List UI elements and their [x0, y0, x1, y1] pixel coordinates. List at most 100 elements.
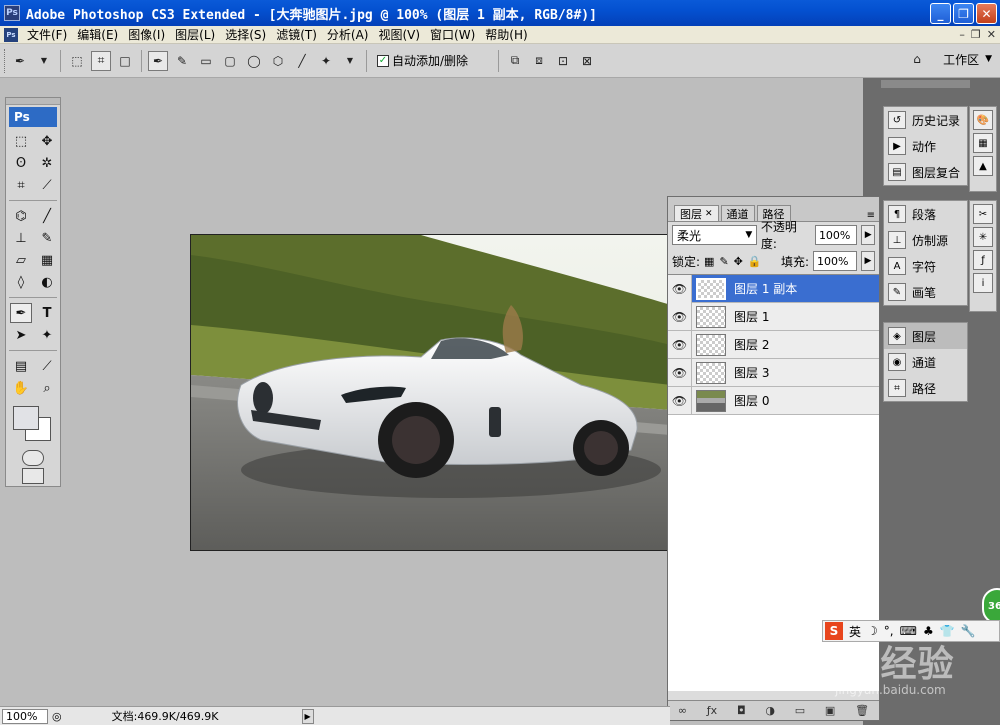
- link-layers-icon[interactable]: ∞: [678, 704, 687, 717]
- layer-row[interactable]: 👁 图层 1 副本: [668, 274, 879, 303]
- doc-close-icon[interactable]: ✕: [987, 28, 996, 41]
- eyedropper-tool-icon[interactable]: ⟋: [36, 356, 58, 376]
- status-menu-arrow-icon[interactable]: ▶: [301, 708, 314, 724]
- menu-layer[interactable]: 图层(L): [170, 26, 220, 43]
- menu-help[interactable]: 帮助(H): [480, 26, 532, 43]
- healing-brush-tool-icon[interactable]: ⌬: [10, 206, 32, 226]
- close-button[interactable]: ✕: [976, 3, 997, 24]
- crop-tool-icon[interactable]: ⌗: [10, 175, 32, 195]
- menu-analysis[interactable]: 分析(A): [322, 26, 374, 43]
- dock-header[interactable]: [881, 80, 970, 88]
- rounded-rectangle-icon[interactable]: ▢: [220, 51, 240, 71]
- delete-layer-icon[interactable]: 🗑: [855, 704, 869, 717]
- hand-tool-icon[interactable]: ✋: [10, 378, 32, 398]
- fill-pixels-icon[interactable]: □: [115, 51, 135, 71]
- minimize-button[interactable]: _: [930, 3, 951, 24]
- dock-item-paragraph[interactable]: ¶ 段落: [884, 201, 967, 227]
- menu-select[interactable]: 选择(S): [220, 26, 271, 43]
- fill-input[interactable]: 100%: [813, 251, 857, 271]
- checkbox-check-icon[interactable]: ✓: [377, 54, 389, 67]
- pen-tool-preset-icon[interactable]: ✒: [10, 51, 30, 71]
- wrench-icon[interactable]: 🔧: [961, 624, 976, 638]
- notes-tool-icon[interactable]: ▤: [10, 356, 32, 376]
- layer-mask-icon[interactable]: ◘: [737, 704, 746, 717]
- move-tool-icon[interactable]: ✥: [36, 131, 58, 151]
- security-badge[interactable]: 36: [982, 588, 1000, 624]
- layer-name[interactable]: 图层 3: [734, 364, 769, 381]
- menu-window[interactable]: 窗口(W): [425, 26, 480, 43]
- quick-mask-button[interactable]: [22, 450, 44, 466]
- menu-filter[interactable]: 滤镜(T): [271, 26, 322, 43]
- auto-add-delete-checkbox[interactable]: ✓ 自动添加/删除: [377, 52, 468, 69]
- paths-mode-icon[interactable]: ⌗: [91, 50, 111, 71]
- tool-presets-icon[interactable]: ✂: [973, 204, 993, 224]
- dock-item-actions[interactable]: ▶ 动作: [884, 133, 967, 159]
- fill-slider-arrow-icon[interactable]: ▶: [861, 251, 875, 271]
- dock-item-character[interactable]: A 字符: [884, 253, 967, 279]
- document-icon[interactable]: Ps: [4, 27, 18, 42]
- slice-tool-icon[interactable]: ⟋: [36, 175, 58, 195]
- polygon-icon[interactable]: ⬡: [268, 51, 288, 71]
- dock-item-layer-comps[interactable]: ▤ 图层复合: [884, 159, 967, 185]
- panel-menu-icon[interactable]: ≡: [867, 210, 875, 221]
- layer-thumbnail[interactable]: [696, 333, 726, 356]
- line-icon[interactable]: ╱: [292, 51, 312, 71]
- freeform-pen-icon[interactable]: ✎: [172, 51, 192, 71]
- toolbox-logo[interactable]: Ps: [9, 107, 57, 127]
- restore-button[interactable]: ❐: [953, 3, 974, 24]
- opacity-slider-arrow-icon[interactable]: ▶: [861, 225, 875, 245]
- layer-row[interactable]: 👁 图层 0: [668, 386, 879, 415]
- status-info-icon[interactable]: ◎: [52, 710, 62, 723]
- opacity-input[interactable]: 100%: [814, 225, 858, 245]
- lock-transparency-icon[interactable]: ▦: [704, 255, 714, 268]
- document-canvas[interactable]: [190, 234, 670, 551]
- shape-layers-icon[interactable]: ⬚: [67, 51, 87, 71]
- layer-name[interactable]: 图层 1: [734, 308, 769, 325]
- menu-edit[interactable]: 编辑(E): [72, 26, 123, 43]
- dock-item-channels[interactable]: ◉ 通道: [884, 349, 967, 375]
- layer-thumbnail[interactable]: [696, 305, 726, 328]
- layer-name[interactable]: 图层 2: [734, 336, 769, 353]
- new-layer-icon[interactable]: ▣: [825, 704, 835, 717]
- layer-row[interactable]: 👁 图层 3: [668, 358, 879, 387]
- clone-stamp-tool-icon[interactable]: ⊥: [10, 228, 32, 248]
- ellipse-icon[interactable]: ◯: [244, 51, 264, 71]
- tab-layers[interactable]: 图层 ✕: [674, 205, 719, 221]
- layers-panel-header[interactable]: [668, 197, 879, 205]
- dock-item-clone-source[interactable]: ⊥ 仿制源: [884, 227, 967, 253]
- styles-icon[interactable]: ▲: [973, 156, 993, 176]
- magic-wand-tool-icon[interactable]: ✲: [36, 153, 58, 173]
- bridge-icon[interactable]: ⌂: [907, 49, 927, 69]
- tab-channels[interactable]: 通道: [720, 205, 755, 221]
- path-selection-tool-icon[interactable]: ➤: [10, 325, 32, 345]
- geometry-options-icon[interactable]: ▼: [340, 51, 360, 71]
- visibility-eye-icon[interactable]: 👁: [668, 274, 692, 303]
- layer-name[interactable]: 图层 1 副本: [734, 280, 797, 297]
- zoom-tool-icon[interactable]: ⌕: [36, 378, 58, 398]
- lasso-tool-icon[interactable]: ʘ: [10, 153, 32, 173]
- lock-image-icon[interactable]: ✎: [719, 255, 728, 268]
- info-fx-icon[interactable]: ƒ: [973, 250, 993, 270]
- marquee-tool-icon[interactable]: ⬚: [10, 131, 32, 151]
- layer-name[interactable]: 图层 0: [734, 392, 769, 409]
- layer-thumbnail[interactable]: [696, 361, 726, 384]
- zoom-level-field[interactable]: 100%: [2, 708, 48, 724]
- type-tool-icon[interactable]: T: [36, 303, 58, 323]
- screen-mode-button[interactable]: [22, 468, 44, 484]
- gradient-tool-icon[interactable]: ▦: [36, 250, 58, 270]
- menu-file[interactable]: 文件(F): [22, 26, 72, 43]
- layer-style-fx-icon[interactable]: ƒx: [707, 704, 717, 717]
- visibility-eye-icon[interactable]: 👁: [668, 358, 692, 387]
- layer-thumbnail[interactable]: [696, 389, 726, 412]
- toolbox-header[interactable]: [6, 98, 60, 105]
- doc-restore-icon[interactable]: ❐: [971, 28, 981, 41]
- new-group-icon[interactable]: ▭: [795, 704, 805, 717]
- preset-dropdown-icon[interactable]: ▼: [34, 51, 54, 71]
- close-icon[interactable]: ✕: [705, 209, 713, 219]
- info-icon[interactable]: i: [973, 273, 993, 293]
- dock-item-layers[interactable]: ◈ 图层: [884, 323, 967, 349]
- options-grip[interactable]: [4, 48, 8, 73]
- menu-image[interactable]: 图像(I): [123, 26, 170, 43]
- dock-item-history[interactable]: ↺ 历史记录: [884, 107, 967, 133]
- brush-tool-icon[interactable]: ╱: [36, 206, 58, 226]
